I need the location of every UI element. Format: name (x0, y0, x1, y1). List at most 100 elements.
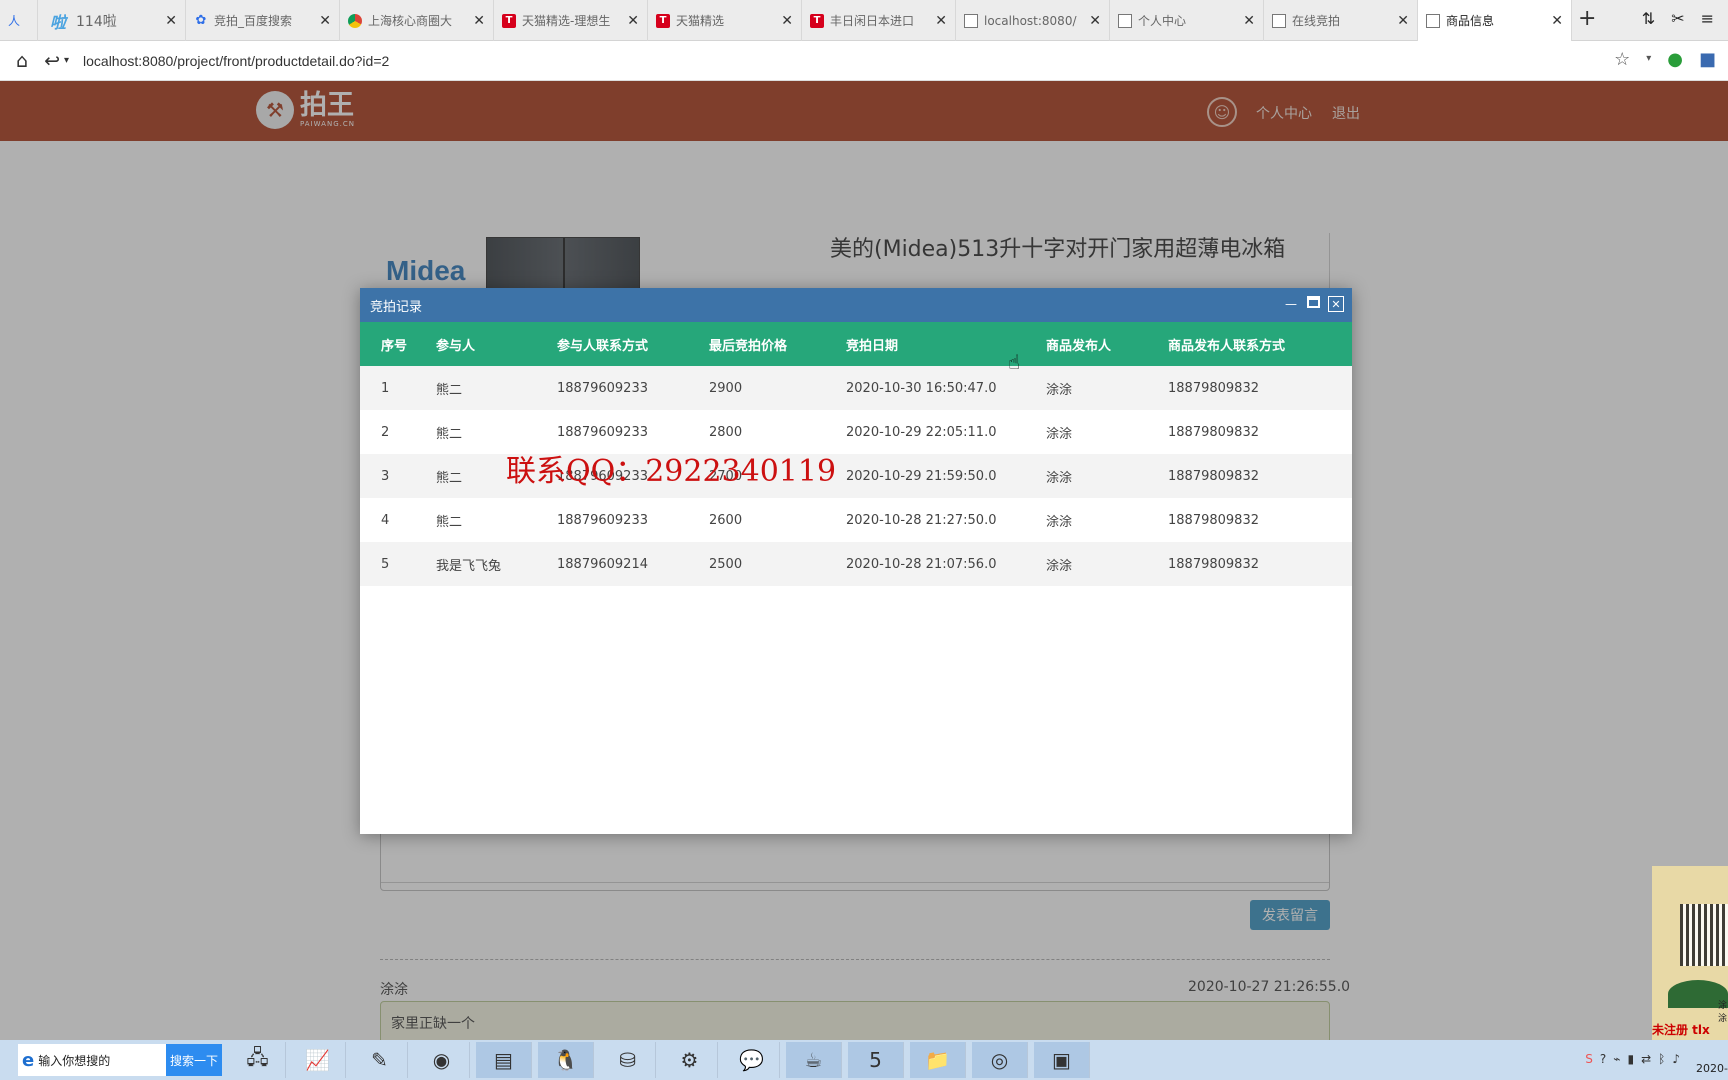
dialog-titlebar[interactable]: 竞拍记录 — ✕ (360, 288, 1352, 322)
chart-app-icon[interactable]: 📈 (290, 1042, 346, 1078)
close-tab-icon[interactable]: ✕ (319, 13, 331, 29)
tab-tmall-2[interactable]: T 天猫精选 ✕ (648, 0, 802, 41)
tab-online-auction[interactable]: 在线竞拍 ✕ (1264, 0, 1418, 41)
tab-title: 114啦 (76, 13, 117, 30)
close-tab-icon[interactable]: ✕ (1397, 13, 1409, 29)
close-tab-icon[interactable]: ✕ (1089, 13, 1101, 29)
cell-bidder: 熊二 (436, 366, 557, 410)
column-header-last-price[interactable]: 最后竞拍价格 (709, 322, 846, 366)
close-tab-icon[interactable]: ✕ (1243, 13, 1255, 29)
taskbar-search-input[interactable]: e 输入你想搜的 (18, 1044, 166, 1076)
tab-title: 人 (8, 14, 21, 28)
dialog-title: 竞拍记录 (370, 299, 423, 315)
evernote-icon[interactable]: ● (1667, 49, 1683, 70)
tab-baidu-search[interactable]: ✿ 竞拍_百度搜索 ✕ (186, 0, 340, 41)
cell-price: 2600 (709, 498, 846, 542)
app-5-icon[interactable]: 5 (848, 1042, 904, 1078)
column-header-index[interactable]: 序号 (360, 322, 436, 366)
new-tab-button[interactable]: + (1578, 6, 1596, 31)
page-icon (1426, 13, 1440, 28)
close-tab-icon[interactable]: ✕ (473, 13, 485, 29)
ie-icon: e (22, 1049, 35, 1071)
cell-index: 1 (360, 366, 436, 410)
hand-cursor-icon: ☝ (1008, 350, 1021, 374)
back-icon[interactable]: ↩ (44, 50, 60, 72)
globe-icon[interactable]: ◉ (414, 1042, 470, 1078)
bluetooth-icon[interactable]: ᛒ (1658, 1052, 1665, 1066)
tab-title: 个人中心 (1138, 14, 1187, 28)
gear-cluster-icon[interactable]: ⚙ (662, 1042, 718, 1078)
eclipse-icon[interactable]: ☕ (786, 1042, 842, 1078)
menu-icon[interactable]: ≡ (1701, 9, 1714, 28)
qq-icon[interactable]: 🐧 (538, 1042, 594, 1078)
close-icon[interactable]: ✕ (1328, 296, 1344, 312)
tab-title: 在线竞拍 (1292, 14, 1341, 28)
home-icon[interactable]: ⌂ (16, 50, 28, 72)
network-icon[interactable]: ⇄ (1641, 1052, 1651, 1066)
battery-icon[interactable]: ▮ (1627, 1052, 1634, 1066)
column-header-bidder[interactable]: 参与人 (436, 322, 557, 366)
close-tab-icon[interactable]: ✕ (627, 13, 639, 29)
bid-records-dialog: 竞拍记录 — ✕ 序号 参与人 参与人联系方式 最后竞拍价格 竞拍日期 商品发布… (360, 288, 1352, 834)
cell-seller-contact: 18879809832 (1168, 498, 1352, 542)
url-input[interactable]: localhost:8080/project/front/productdeta… (83, 53, 389, 69)
tab-personal-center[interactable]: 个人中心 ✕ (1110, 0, 1264, 41)
qr-widget[interactable]: 涂涂 未注册 tlx (1652, 866, 1728, 1040)
tmall-icon: T (656, 13, 670, 28)
tab-shanghai[interactable]: 上海核心商圈大 ✕ (340, 0, 494, 41)
page-icon (964, 13, 978, 28)
dropdown-icon[interactable]: ▾ (1646, 49, 1651, 70)
tab-localhost[interactable]: localhost:8080/ ✕ (956, 0, 1110, 41)
address-bar: ⌂ ↩ ▾ localhost:8080/project/front/produ… (0, 41, 1728, 81)
sogou-icon[interactable]: S (1585, 1052, 1593, 1066)
tab-product-info[interactable]: 商品信息 ✕ (1418, 0, 1572, 41)
table-row[interactable]: 4 熊二 18879609233 2600 2020-10-28 21:27:5… (360, 498, 1352, 542)
maximize-icon[interactable] (1307, 296, 1320, 308)
cell-seller: 涂涂 (1046, 366, 1168, 410)
tabbar-tools: ⇅ ✂ ≡ (1642, 9, 1714, 28)
chrome-taskbar-icon[interactable]: ◎ (972, 1042, 1028, 1078)
cell-bidder: 熊二 (436, 498, 557, 542)
windows-taskbar: e 输入你想搜的 搜索一下 🖧 📈 ✎ ◉ ▤ 🐧 ⛁ ⚙ 💬 ☕ 5 📁 ◎ … (0, 1040, 1728, 1080)
table-row[interactable]: 5 我是飞飞兔 18879609214 2500 2020-10-28 21:0… (360, 542, 1352, 586)
column-header-seller-contact[interactable]: 商品发布人联系方式 (1168, 322, 1352, 366)
close-tab-icon[interactable]: ✕ (781, 13, 793, 29)
tab-0[interactable]: 人 (0, 0, 38, 41)
network-tool-icon[interactable]: 🖧 (230, 1042, 286, 1078)
browser-tab-bar: 人 啦 114啦 ✕ ✿ 竞拍_百度搜索 ✕ 上海核心商圈大 ✕ T 天猫精选-… (0, 0, 1728, 41)
pen-app-icon[interactable]: ✎ (352, 1042, 408, 1078)
scissors-icon[interactable]: ✂ (1671, 9, 1684, 28)
star-icon[interactable]: ☆ (1614, 49, 1630, 70)
extension-icon[interactable]: ■ (1699, 49, 1716, 70)
minimize-icon[interactable]: — (1283, 296, 1299, 312)
close-tab-icon[interactable]: ✕ (935, 13, 947, 29)
tab-sort-icon[interactable]: ⇅ (1642, 9, 1655, 28)
usb-icon[interactable]: ⌁ (1613, 1052, 1620, 1066)
volume-icon[interactable]: ♪ (1672, 1052, 1680, 1066)
tab-title: 天猫精选 (676, 14, 725, 28)
close-tab-icon[interactable]: ✕ (1551, 13, 1563, 29)
tab-tmall-3[interactable]: T 丰日闲日本进口 ✕ (802, 0, 956, 41)
qr-code-icon (1680, 904, 1728, 966)
close-tab-icon[interactable]: ✕ (165, 13, 177, 29)
tab-114la[interactable]: 啦 114啦 ✕ (38, 0, 186, 41)
dialog-controls: — ✕ (1283, 296, 1344, 312)
column-header-bidder-contact[interactable]: 参与人联系方式 (557, 322, 709, 366)
notes-app-icon[interactable]: ▣ (1034, 1042, 1090, 1078)
tab-tmall-1[interactable]: T 天猫精选-理想生 ✕ (494, 0, 648, 41)
unregistered-text: 未注册 tlx (1652, 1023, 1710, 1037)
history-dropdown-icon[interactable]: ▾ (64, 55, 69, 66)
cell-price: 2900 (709, 366, 846, 410)
table-row[interactable]: 1 熊二 18879609233 2900 2020-10-30 16:50:4… (360, 366, 1352, 410)
cell-price: 2500 (709, 542, 846, 586)
file-explorer-icon[interactable]: 📁 (910, 1042, 966, 1078)
column-header-seller[interactable]: 商品发布人 (1046, 322, 1168, 366)
terminal-icon[interactable]: ▤ (476, 1042, 532, 1078)
help-icon[interactable]: ? (1600, 1052, 1606, 1066)
database-icon[interactable]: ⛁ (600, 1042, 656, 1078)
taskbar-search-button[interactable]: 搜索一下 (166, 1044, 222, 1076)
wechat-icon[interactable]: 💬 (724, 1042, 780, 1078)
page-icon (1118, 13, 1132, 28)
taskbar-clock: 2020- (1696, 1062, 1728, 1075)
cell-seller: 涂涂 (1046, 454, 1168, 498)
